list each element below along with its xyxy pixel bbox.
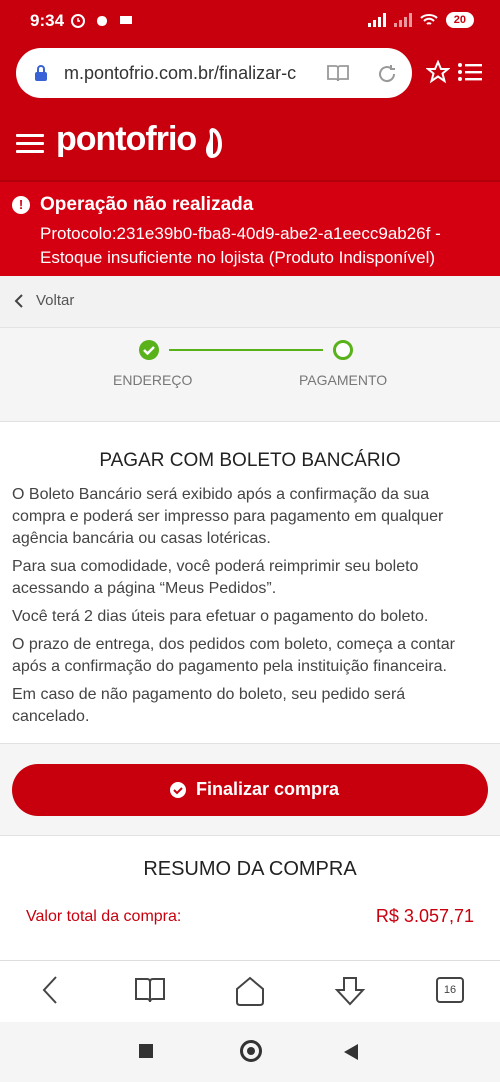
- star-icon[interactable]: [426, 60, 450, 84]
- home-circle-icon[interactable]: [240, 1040, 262, 1062]
- boleto-text-line: agência bancária ou casas lotéricas.: [12, 530, 271, 547]
- chevron-left-icon: [14, 294, 23, 308]
- android-navigation-bar: [0, 1022, 500, 1082]
- error-message: Estoque insuficiente no lojista (Produto…: [40, 248, 436, 267]
- back-label: Voltar: [36, 292, 75, 309]
- recents-icon[interactable]: [139, 1044, 153, 1058]
- total-value: R$ 3.057,71: [375, 906, 474, 926]
- boleto-section: PAGAR COM BOLETO BANCÁRIO O Boleto Bancá…: [0, 422, 500, 744]
- site-logo[interactable]: pontofrio: [56, 120, 197, 159]
- step-label-pagamento: PAGAMENTO: [299, 372, 388, 388]
- back-link[interactable]: Voltar: [0, 276, 500, 328]
- finalize-area: Finalizar compra: [0, 744, 500, 836]
- bookmarks-icon[interactable]: [134, 975, 166, 1005]
- address-bar[interactable]: m.pontofrio.com.br/finalizar-c: [16, 48, 412, 98]
- boleto-text-line: após a confirmação do pagamento pela ins…: [12, 658, 447, 675]
- url-text[interactable]: m.pontofrio.com.br/finalizar-c: [64, 63, 314, 84]
- reload-icon[interactable]: [376, 63, 398, 85]
- hamburger-menu-icon[interactable]: [16, 134, 44, 154]
- alert-icon: !: [12, 196, 30, 214]
- nav-back-icon[interactable]: [344, 1044, 358, 1060]
- site-header: pontofrio: [0, 104, 500, 180]
- battery-icon: 20: [445, 12, 474, 28]
- hand-icon: [97, 16, 107, 26]
- total-label: Valor total da compra:: [26, 908, 182, 925]
- step-complete-icon: [139, 340, 159, 360]
- home-icon[interactable]: [234, 975, 266, 1007]
- step-current-icon: [333, 340, 353, 360]
- boleto-text-line: cancelado.: [12, 708, 90, 725]
- checkout-stepper: ENDEREÇO PAGAMENTO: [0, 328, 500, 422]
- error-banner: ! Operação não realizada Protocolo:231e3…: [0, 180, 500, 276]
- status-bar: 9:34 20: [0, 0, 500, 42]
- signal-icon: [367, 13, 386, 27]
- signal-icon: [393, 13, 412, 27]
- boleto-text-line: O Boleto Bancário será exibido após a co…: [12, 486, 430, 503]
- step-label-endereco: ENDEREÇO: [113, 372, 193, 388]
- alarm-icon: [71, 14, 85, 28]
- wifi-icon: [420, 14, 438, 25]
- check-circle-icon: [170, 782, 186, 798]
- boleto-text-line: compra e poderá ser impresso para pagame…: [12, 508, 444, 525]
- reader-mode-icon[interactable]: [326, 63, 350, 83]
- tab-count-button[interactable]: 16: [436, 977, 464, 1003]
- status-icons-right: 20: [367, 12, 474, 28]
- browser-toolbar: m.pontofrio.com.br/finalizar-c: [0, 42, 500, 104]
- status-icons-left: [70, 12, 134, 28]
- boleto-text-line: O prazo de entrega, dos pedidos com bole…: [12, 636, 455, 653]
- section-title: PAGAR COM BOLETO BANCÁRIO: [99, 450, 401, 471]
- error-title: Operação não realizada: [40, 194, 254, 215]
- summary-title: RESUMO DA COMPRA: [143, 858, 357, 880]
- download-icon[interactable]: [334, 975, 366, 1007]
- back-arrow-icon[interactable]: [38, 975, 62, 1005]
- boleto-text-line: acessando a página “Meus Pedidos”.: [12, 580, 277, 597]
- penguin-logo-icon: [206, 128, 222, 158]
- boleto-text-line: Você terá 2 dias úteis para efetuar o pa…: [12, 608, 429, 625]
- browser-menu-icon[interactable]: [458, 62, 482, 82]
- browser-bottom-bar: 16: [0, 960, 500, 1022]
- error-protocol: Protocolo:231e39b0-fba8-40d9-abe2-a1eecc…: [40, 224, 441, 243]
- finalize-purchase-button[interactable]: Finalizar compra: [12, 764, 488, 816]
- lock-icon: [35, 65, 47, 81]
- step-connector: [169, 349, 323, 351]
- order-summary: RESUMO DA COMPRA Valor total da compra: …: [0, 836, 500, 960]
- boleto-text-line: Em caso de não pagamento do boleto, seu …: [12, 686, 406, 703]
- status-time: 9:34: [30, 11, 65, 30]
- chat-icon: [120, 16, 132, 24]
- finalize-label: Finalizar compra: [196, 779, 340, 799]
- boleto-text-line: Para sua comodidade, você poderá reimpri…: [12, 558, 419, 575]
